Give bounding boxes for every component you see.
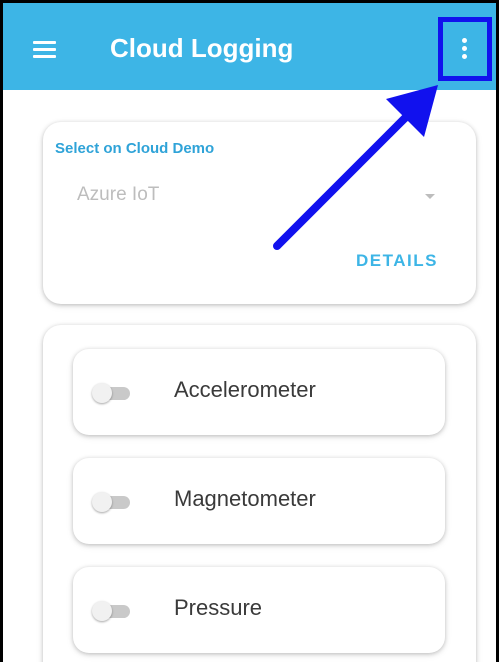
pointer-arrow-icon bbox=[273, 85, 438, 250]
screen-frame: Cloud Logging Select on Cloud Demo Azure… bbox=[0, 0, 499, 662]
